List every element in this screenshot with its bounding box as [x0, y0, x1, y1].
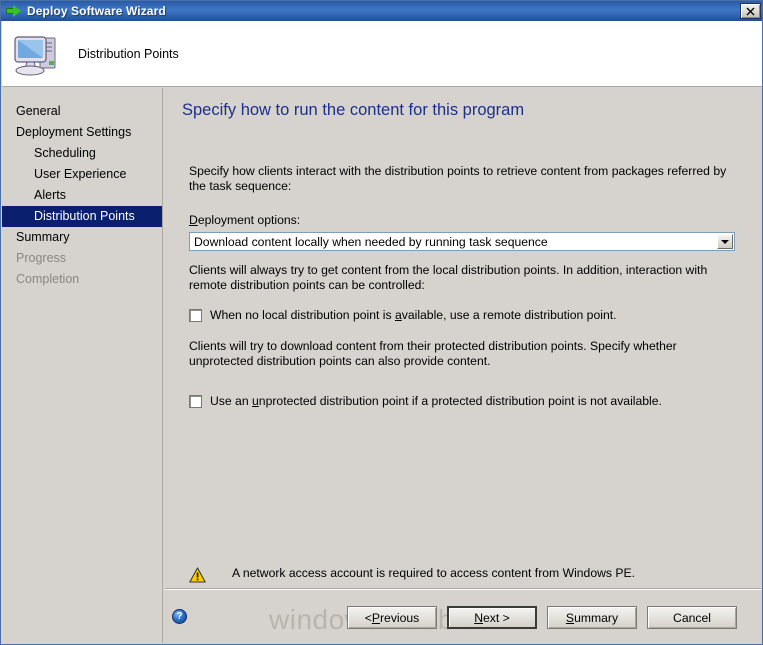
wizard-content-pane: Specify how to run the content for this … [165, 88, 761, 643]
sidebar-item-alerts[interactable]: Alerts [2, 185, 162, 206]
wizard-header: Distribution Points [2, 21, 762, 87]
unprotected-dp-checkbox-label: Use an unprotected distribution point if… [210, 394, 662, 408]
footer-divider [165, 588, 761, 590]
deployment-options-label-rest: eployment options: [197, 213, 301, 227]
chevron-down-icon[interactable] [717, 234, 733, 249]
cancel-button[interactable]: Cancel [647, 606, 737, 629]
wizard-button-bar: < Previous Next > Summary Cancel [347, 606, 737, 629]
warning-triangle-icon [189, 567, 206, 583]
sidebar-item-user-experience[interactable]: User Experience [2, 164, 162, 185]
sidebar-item-deployment-settings[interactable]: Deployment Settings [2, 122, 162, 143]
page-title: Specify how to run the content for this … [182, 101, 525, 119]
warning-notice: A network access account is required to … [189, 566, 635, 583]
unprotected-dp-checkbox-row[interactable]: Use an unprotected distribution point if… [189, 394, 735, 408]
remote-dp-checkbox-label: When no local distribution point is avai… [210, 308, 617, 322]
sidebar-item-completion: Completion [16, 272, 80, 286]
sidebar-item-scheduling[interactable]: Scheduling [2, 143, 162, 164]
warning-message: A network access account is required to … [232, 566, 636, 580]
remote-dp-checkbox-row[interactable]: When no local distribution point is avai… [189, 308, 735, 322]
next-button[interactable]: Next > [447, 606, 537, 629]
close-button[interactable] [740, 3, 761, 19]
green-arrow-icon [6, 4, 22, 18]
deployment-options-dropdown[interactable]: Download content locally when needed by … [189, 232, 735, 251]
deployment-options-label-accesskey: D [189, 213, 198, 227]
deployment-options-value: Download content locally when needed by … [194, 234, 548, 249]
sidebar-item-distribution-points[interactable]: Distribution Points [2, 206, 162, 227]
window-title: Deploy Software Wizard [27, 4, 166, 18]
header-title: Distribution Points [78, 46, 179, 61]
sidebar-item-summary[interactable]: Summary [2, 227, 162, 248]
intro-paragraph: Specify how clients interact with the di… [189, 164, 727, 193]
deploy-software-wizard-window: Deploy Software Wizard Distribution Poin… [0, 0, 763, 645]
wizard-step-sidebar: General Deployment Settings Scheduling U… [2, 88, 163, 643]
local-dp-paragraph: Clients will always try to get content f… [189, 263, 708, 292]
sidebar-item-general[interactable]: General [2, 101, 162, 122]
close-icon [746, 7, 755, 15]
previous-button[interactable]: < Previous [347, 606, 437, 629]
remote-dp-checkbox[interactable] [189, 309, 202, 322]
sidebar-item-progress: Progress [16, 251, 67, 265]
computer-icon [12, 31, 60, 77]
help-icon[interactable]: ? [172, 609, 187, 624]
summary-button[interactable]: Summary [547, 606, 637, 629]
content-body: Specify how clients interact with the di… [189, 164, 735, 408]
unprotected-dp-checkbox[interactable] [189, 395, 202, 408]
protected-dp-paragraph: Clients will try to download content fro… [189, 339, 677, 368]
deployment-options-label: Deployment options: [189, 213, 735, 227]
title-bar: Deploy Software Wizard [1, 1, 762, 21]
